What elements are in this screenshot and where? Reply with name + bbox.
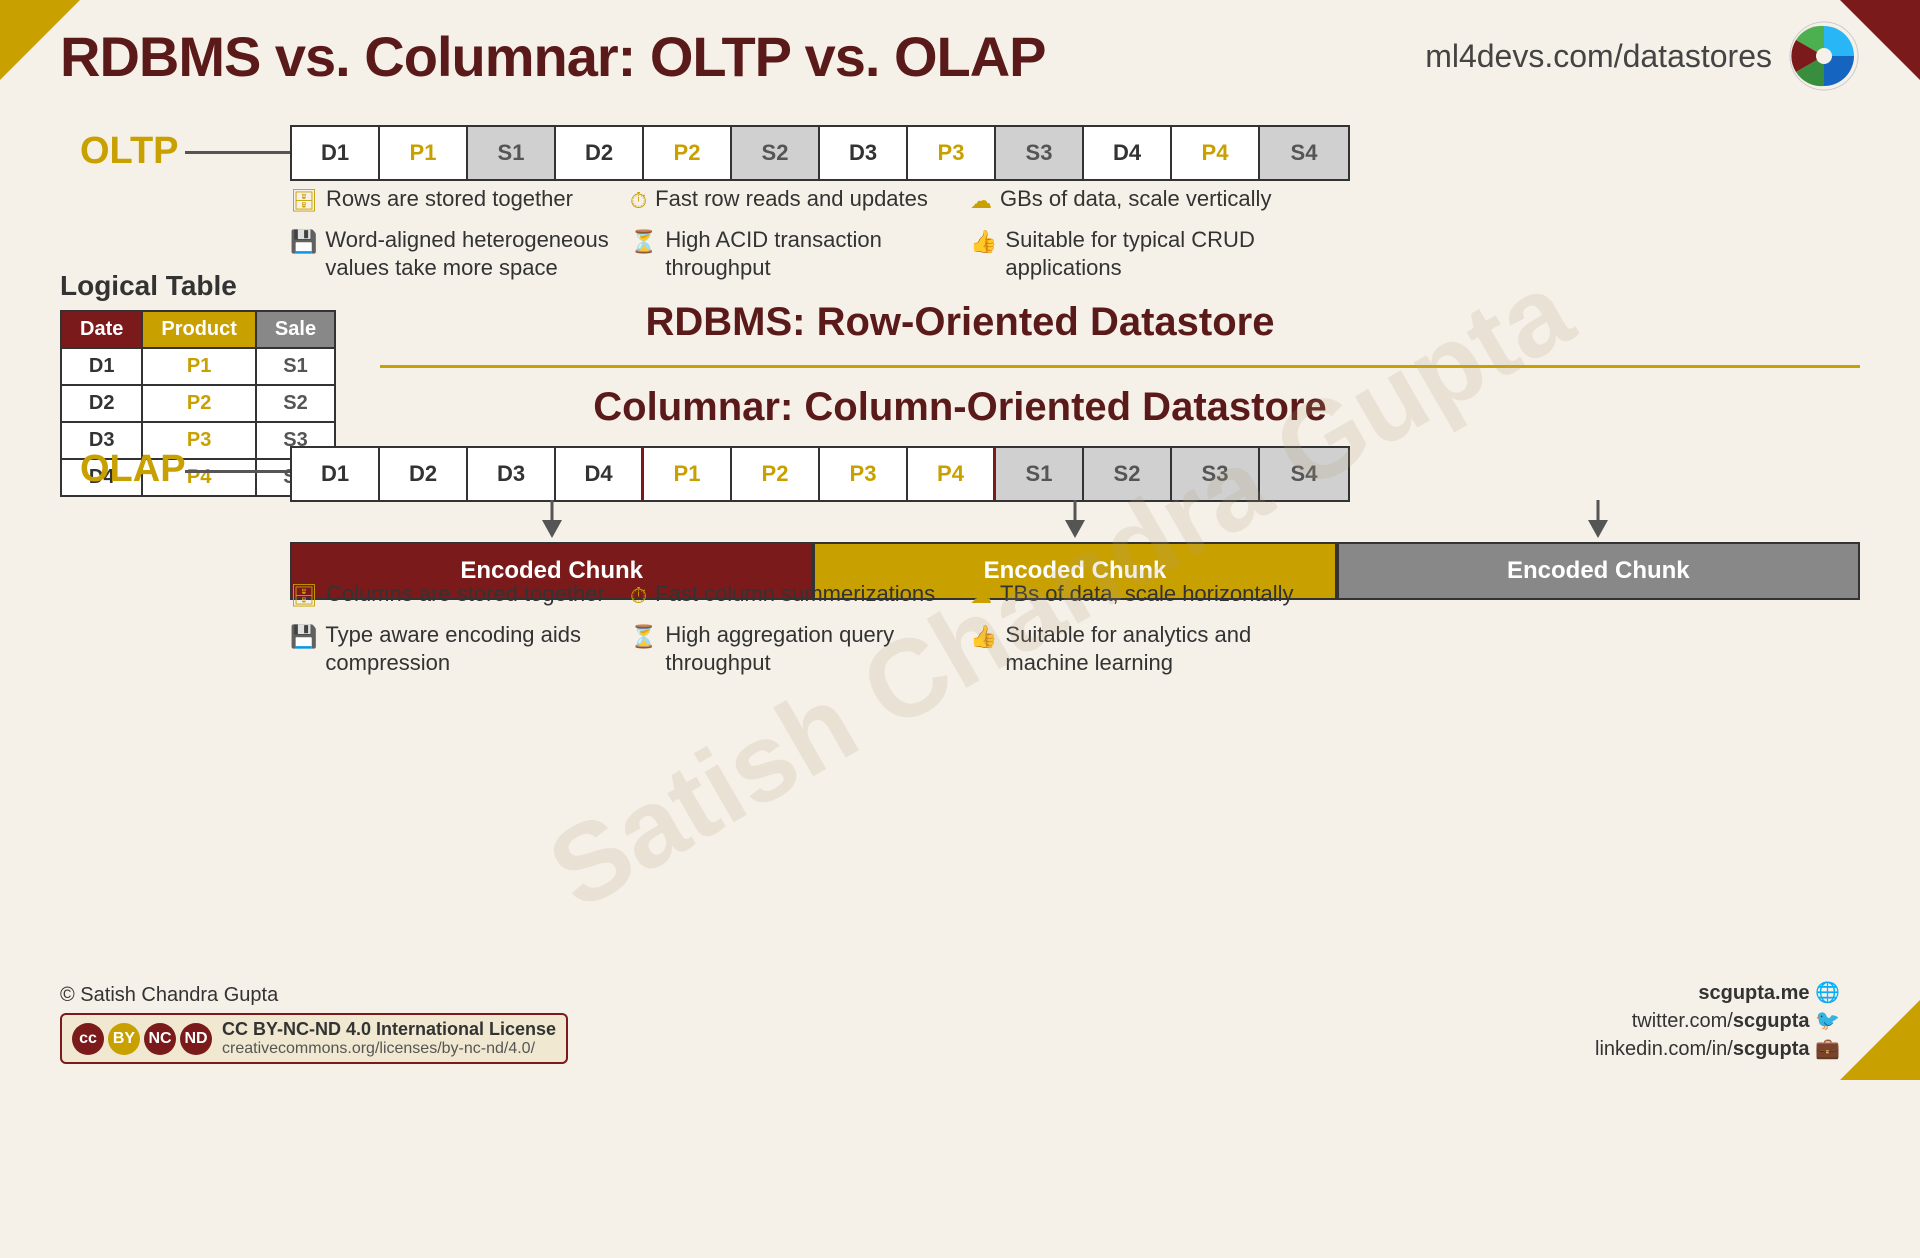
olap-cell-d3: D3 [468, 448, 556, 500]
olap-bullet-cols-stored: 🗄 Columns are stored together [290, 580, 630, 611]
oltp-bullet-col2: ⏱ Fast row reads and updates ⏳ High ACID… [630, 185, 970, 293]
oltp-row-bar: D1 P1 S1 D2 P2 S2 D3 P3 S3 D4 P4 S4 [290, 125, 1350, 181]
cell-sale-1: S1 [256, 348, 335, 385]
logical-table-title: Logical Table [60, 270, 336, 302]
oltp-bullets: 🗄 Rows are stored together 💾 Word-aligne… [290, 185, 1310, 293]
arrow-down-2 [813, 500, 1336, 538]
clock-icon-2: ⏱ [630, 582, 647, 611]
footer: © Satish Chandra Gupta cc BY NC ND CC BY… [60, 980, 1840, 1064]
olap-bullet-col1: 🗄 Columns are stored together 💾 Type awa… [290, 580, 630, 688]
hourglass-icon-1: ⏳ [630, 228, 657, 257]
olap-cell-d4: D4 [556, 448, 644, 500]
olap-cell-p2: P2 [732, 448, 820, 500]
cc-icon-nc: NC [144, 1023, 176, 1055]
page-title: RDBMS vs. Columnar: OLTP vs. OLAP [60, 24, 1046, 89]
rdbms-title: RDBMS: Row-Oriented Datastore [0, 300, 1920, 345]
olap-cell-s3: S3 [1172, 448, 1260, 500]
encoded-arrows [290, 500, 1860, 538]
save-icon-1: 💾 [290, 228, 317, 257]
logo-icon [1788, 20, 1860, 92]
cc-icon-by: BY [108, 1023, 140, 1055]
cell-d1: D1 [292, 127, 380, 179]
corner-decoration-bottom-right [1840, 1000, 1920, 1080]
cell-s1: S1 [468, 127, 556, 179]
arrow-down-1 [290, 500, 813, 538]
oltp-bullet-col3: ☁ GBs of data, scale vertically 👍 Suitab… [970, 185, 1310, 293]
olap-bullet-analytics: 👍 Suitable for analytics and machine lea… [970, 621, 1310, 678]
cell-d3: D3 [820, 127, 908, 179]
oltp-bullet-rows-stored: 🗄 Rows are stored together [290, 185, 630, 216]
oltp-arrow [185, 151, 305, 154]
olap-bullet-col2: ⏱ Fast column summerizations ⏳ High aggr… [630, 580, 970, 688]
footer-right: scgupta.me 🌐 twitter.com/scgupta 🐦 linke… [1595, 980, 1840, 1064]
oltp-bullet-crud: 👍 Suitable for typical CRUD applications [970, 226, 1310, 283]
oltp-bullet-gbs: ☁ GBs of data, scale vertically [970, 185, 1310, 216]
header-right: ml4devs.com/datastores [1425, 20, 1860, 92]
olap-cell-p1: P1 [644, 448, 732, 500]
db-icon-2: 🗄 [290, 582, 318, 611]
cell-s3: S3 [996, 127, 1084, 179]
olap-bullet-encoding: 💾 Type aware encoding aids compression [290, 621, 630, 678]
oltp-bullet-word-aligned: 💾 Word-aligned heterogeneous values take… [290, 226, 630, 283]
olap-cell-d1: D1 [292, 448, 380, 500]
footer-linkedin: linkedin.com/in/scgupta 💼 [1595, 1036, 1840, 1061]
olap-bullet-fast-col: ⏱ Fast column summerizations [630, 580, 970, 611]
hourglass-icon-2: ⏳ [630, 623, 657, 652]
olap-bullets: 🗄 Columns are stored together 💾 Type awa… [290, 580, 1310, 688]
oltp-bullet-col1: 🗄 Rows are stored together 💾 Word-aligne… [290, 185, 630, 293]
cell-product-1: P1 [142, 348, 256, 385]
olap-cell-p4: P4 [908, 448, 996, 500]
olap-cell-p3: P3 [820, 448, 908, 500]
cloud-icon-1: ☁ [970, 187, 992, 216]
save-icon-2: 💾 [290, 623, 317, 652]
cc-icons: cc BY NC ND [72, 1023, 212, 1055]
oltp-bullet-fast-reads: ⏱ Fast row reads and updates [630, 185, 970, 216]
table-row: D1 P1 S1 [61, 348, 335, 385]
cell-d2: D2 [556, 127, 644, 179]
olap-cell-s2: S2 [1084, 448, 1172, 500]
cc-license-text: CC BY-NC-ND 4.0 International License cr… [222, 1019, 556, 1058]
cell-s2: S2 [732, 127, 820, 179]
footer-twitter: twitter.com/scgupta 🐦 [1595, 1008, 1840, 1033]
olap-bullet-aggregation: ⏳ High aggregation query throughput [630, 621, 970, 678]
db-icon-1: 🗄 [290, 187, 318, 216]
thumb-icon-1: 👍 [970, 228, 997, 257]
cloud-icon-2: ☁ [970, 582, 992, 611]
oltp-bullet-acid: ⏳ High ACID transaction throughput [630, 226, 970, 283]
thumb-icon-2: 👍 [970, 623, 997, 652]
olap-arrow [185, 470, 305, 473]
cell-date-1: D1 [61, 348, 142, 385]
footer-left: © Satish Chandra Gupta cc BY NC ND CC BY… [60, 984, 568, 1064]
olap-bullet-col3: ☁ TBs of data, scale horizontally 👍 Suit… [970, 580, 1310, 688]
oltp-label: OLTP [80, 130, 179, 173]
cc-icon-cc: cc [72, 1023, 104, 1055]
header: RDBMS vs. Columnar: OLTP vs. OLAP ml4dev… [60, 20, 1860, 92]
clock-icon-1: ⏱ [630, 187, 647, 216]
section-divider [380, 365, 1860, 368]
cell-p1: P1 [380, 127, 468, 179]
olap-col-bar: D1 D2 D3 D4 P1 P2 P3 P4 S1 S2 S3 S4 [290, 446, 1350, 502]
cell-p2: P2 [644, 127, 732, 179]
cc-icon-nd: ND [180, 1023, 212, 1055]
website-link[interactable]: ml4devs.com/datastores [1425, 38, 1772, 75]
olap-cell-d2: D2 [380, 448, 468, 500]
cell-s4-last: S4 [1260, 127, 1348, 179]
cell-p3: P3 [908, 127, 996, 179]
olap-bullet-tbs: ☁ TBs of data, scale horizontally [970, 580, 1310, 611]
arrow-down-3 [1337, 500, 1860, 538]
copyright: © Satish Chandra Gupta [60, 984, 568, 1007]
encoded-chunk-3: Encoded Chunk [1337, 542, 1860, 600]
cc-license-badge: cc BY NC ND CC BY-NC-ND 4.0 Internationa… [60, 1013, 568, 1064]
olap-cell-s4: S4 [1260, 448, 1348, 500]
olap-cell-s1: S1 [996, 448, 1084, 500]
columnar-title: Columnar: Column-Oriented Datastore [0, 385, 1920, 430]
cell-d4: D4 [1084, 127, 1172, 179]
cell-p4: P4 [1172, 127, 1260, 179]
footer-website1: scgupta.me 🌐 [1595, 980, 1840, 1005]
olap-label: OLAP [80, 448, 186, 491]
